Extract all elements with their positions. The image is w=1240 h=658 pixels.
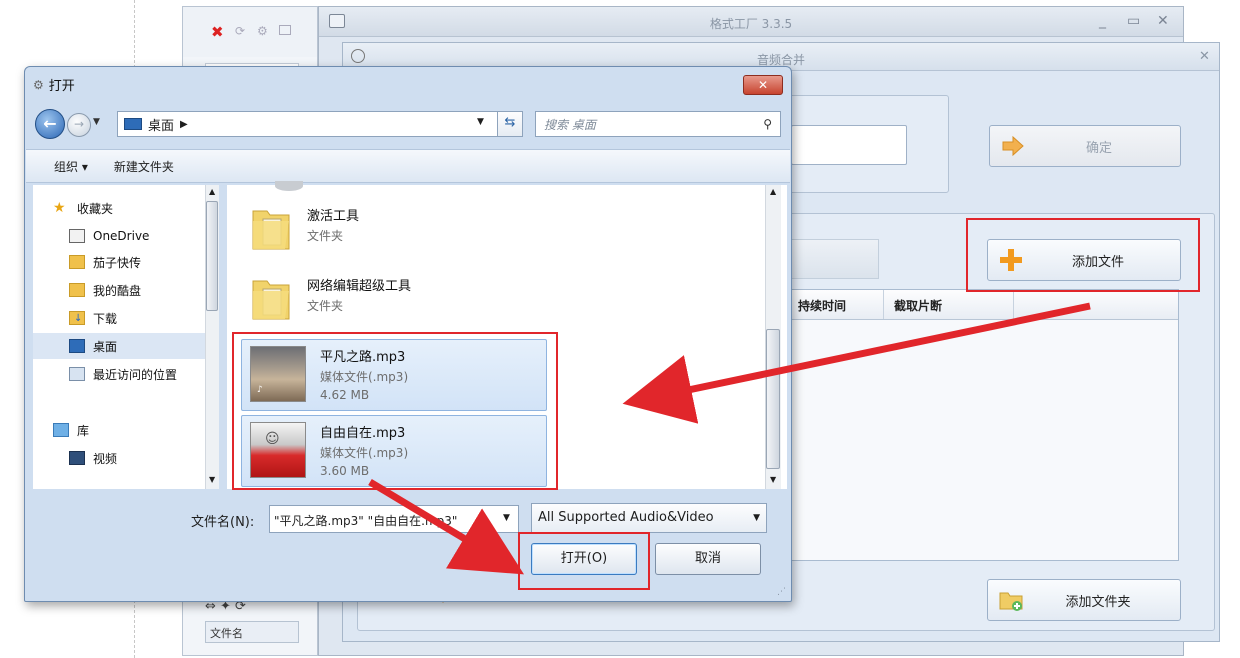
filename-label: 文件名(N):	[191, 515, 255, 530]
nav-scroll-thumb[interactable]	[206, 201, 218, 311]
ok-button-label: 确定	[1085, 140, 1112, 156]
output-folder-icon[interactable]	[279, 25, 291, 35]
nav-label: 最近访问的位置	[93, 367, 178, 382]
address-bar[interactable]: 桌面 ▶	[117, 111, 521, 137]
scroll-down-icon[interactable]: ▼	[209, 475, 215, 484]
minimize-icon[interactable]: _	[1099, 13, 1106, 29]
resize-grip-icon[interactable]: ⋰	[777, 587, 786, 597]
scroll-down-icon[interactable]: ▼	[770, 475, 776, 484]
history-dropdown-icon[interactable]: ▼	[93, 117, 100, 127]
file-name: 激活工具	[307, 209, 360, 224]
nav-item-libraries[interactable]: 库	[33, 417, 211, 443]
nav-item-favorites[interactable]: ★ 收藏夹	[33, 195, 211, 221]
clear-icon[interactable]: ⟳	[235, 24, 245, 38]
nav-item-recent-places[interactable]: 最近访问的位置	[33, 361, 211, 387]
folder-icon	[69, 255, 85, 269]
nav-item-qiezi[interactable]: 茄子快传	[33, 249, 211, 275]
nav-label: 下载	[93, 311, 118, 326]
nav-label: 库	[77, 423, 90, 438]
arrow-right-icon	[1000, 133, 1026, 159]
breadcrumb-desktop[interactable]: 桌面	[148, 115, 174, 134]
ok-button[interactable]: 确定	[989, 125, 1181, 167]
nav-item-onedrive[interactable]: OneDrive	[33, 223, 211, 249]
filename-dropdown-icon[interactable]: ▼	[503, 513, 510, 523]
nav-label: 茄子快传	[93, 255, 142, 270]
maximize-icon[interactable]: ▭	[1127, 13, 1140, 29]
output-field[interactable]	[791, 125, 907, 165]
dialog-close-button[interactable]: ✕	[743, 75, 783, 95]
scroll-up-icon[interactable]: ▲	[770, 187, 776, 196]
add-folder-button[interactable]: 添加文件夹	[987, 579, 1181, 621]
forward-button[interactable]: →	[67, 113, 91, 137]
duration-column-header[interactable]: 持续时间	[788, 290, 884, 319]
close-icon[interactable]: ✕	[1157, 13, 1169, 29]
desktop-icon	[69, 339, 85, 353]
dialog-title: 打开	[48, 79, 75, 94]
onedrive-icon	[69, 229, 85, 243]
folder-icon	[249, 205, 293, 251]
merge-file-list[interactable]: 持续时间 截取片断	[787, 289, 1179, 561]
library-icon	[53, 423, 69, 437]
highlight-open-button	[518, 532, 650, 590]
nav-item-videos[interactable]: 视频	[33, 445, 211, 471]
search-placeholder: 搜索 桌面	[544, 117, 596, 132]
video-icon	[69, 451, 85, 465]
delete-icon[interactable]: ✖	[211, 23, 224, 41]
nav-label: 我的酷盘	[93, 283, 142, 298]
star-icon: ★	[53, 200, 66, 216]
folder-add-icon	[998, 587, 1024, 613]
filetype-select[interactable]: All Supported Audio&Video ▼	[531, 503, 767, 533]
partial-item-icon	[275, 181, 303, 191]
merge-list-header: 持续时间 截取片断	[788, 290, 1178, 320]
nav-label: 视频	[93, 451, 118, 466]
organize-menu[interactable]: 组织 ▾	[54, 158, 88, 175]
main-left-toolbar: ✖ ⟳ ⚙	[183, 7, 317, 57]
file-type: 文件夹	[307, 299, 344, 313]
command-bar: 组织 ▾ 新建文件夹	[26, 149, 790, 183]
scroll-up-icon[interactable]: ▲	[209, 187, 215, 196]
filename-input[interactable]: "平凡之路.mp3" "自由自在.mp3"	[269, 505, 519, 533]
highlight-add-file	[966, 218, 1200, 292]
new-folder-button[interactable]: 新建文件夹	[114, 158, 174, 175]
file-name: 网络编辑超级工具	[307, 279, 412, 294]
download-folder-icon: ↓	[69, 311, 85, 325]
dialog-title-bar: ⚙ 打开	[33, 75, 75, 95]
highlight-selected-files	[232, 332, 558, 490]
nav-item-kupan[interactable]: 我的酷盘	[33, 277, 211, 303]
refresh-button[interactable]: ⇆	[497, 111, 523, 137]
main-filename-column[interactable]: 文件名	[205, 621, 299, 643]
cancel-button[interactable]: 取消	[655, 543, 761, 575]
file-item-folder[interactable]: 网络编辑超级工具 文件夹	[241, 269, 547, 341]
nav-label: 桌面	[93, 339, 118, 354]
filetype-value: All Supported Audio&Video	[538, 510, 714, 525]
folder-icon	[69, 283, 85, 297]
settings-icon[interactable]: ⚙	[257, 24, 268, 38]
folder-icon	[249, 275, 293, 321]
nav-item-downloads[interactable]: ↓ 下载	[33, 305, 211, 331]
main-title-bar: 格式工厂 3.3.5 _ ▭ ✕	[319, 7, 1183, 37]
nav-item-desktop[interactable]: 桌面	[33, 333, 211, 359]
merge-close-icon[interactable]: ✕	[1199, 49, 1210, 64]
chevron-down-icon: ▼	[753, 513, 760, 523]
clip-column-header[interactable]: 截取片断	[884, 290, 1014, 319]
address-dropdown-icon[interactable]: ▼	[477, 117, 484, 127]
dialog-icon: ⚙	[33, 77, 44, 92]
file-type: 文件夹	[307, 229, 344, 243]
nav-label: 收藏夹	[77, 201, 114, 216]
recent-places-icon	[69, 367, 85, 381]
add-folder-label: 添加文件夹	[1065, 594, 1131, 610]
hidden-button	[787, 239, 879, 279]
search-icon[interactable]: ⚲	[763, 117, 772, 131]
desktop-icon	[124, 118, 142, 130]
back-button[interactable]: ←	[35, 109, 65, 139]
breadcrumb-chevron-icon[interactable]: ▶	[180, 119, 188, 130]
file-item-folder[interactable]: 激活工具 文件夹	[241, 199, 547, 271]
file-scroll-thumb[interactable]	[766, 329, 780, 469]
main-window-title: 格式工厂 3.3.5	[709, 17, 793, 31]
search-input[interactable]: 搜索 桌面 ⚲	[535, 111, 781, 137]
nav-label: OneDrive	[93, 229, 150, 243]
navigation-pane: ★ 收藏夹 OneDrive 茄子快传 我的酷盘 ↓ 下载 桌面 最近访问的位置	[33, 185, 217, 489]
